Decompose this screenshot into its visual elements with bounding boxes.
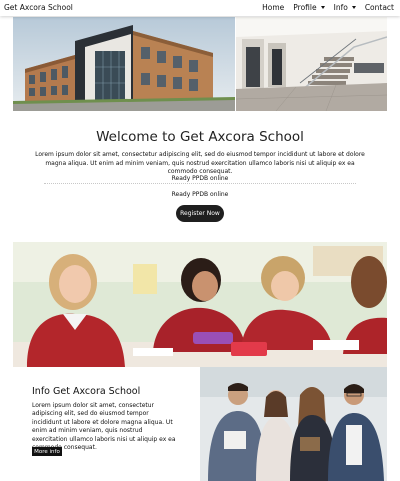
- nav-item-contact[interactable]: Contact: [365, 3, 394, 12]
- nav-item-label: Home: [262, 3, 285, 12]
- nav-item-label: Profile: [293, 3, 317, 12]
- more-info-button[interactable]: More info: [32, 447, 62, 456]
- hero-banner: [13, 17, 387, 111]
- welcome-text: Lorem ipsum dolor sit amet, consectetur …: [35, 151, 365, 176]
- school-building-image: [13, 17, 235, 111]
- nav-item-home[interactable]: Home: [262, 3, 284, 12]
- nav-item-label: Contact: [364, 3, 394, 12]
- nav-item-label: Info: [333, 3, 348, 12]
- register-button[interactable]: Register Now: [176, 205, 224, 222]
- navbar: Get Axcora School Home Profile Info Cont…: [0, 0, 400, 16]
- caret-down-icon: [351, 6, 356, 9]
- brand-link[interactable]: Get Axcora School: [4, 3, 73, 12]
- nav-menu: Home Profile Info Contact: [262, 3, 394, 12]
- nav-item-info[interactable]: Info: [334, 3, 356, 12]
- ready-ppdb-text: Ready PPDB online: [171, 175, 229, 182]
- students-group-image: [200, 367, 387, 481]
- info-title: Info Get Axcora School: [32, 386, 141, 397]
- divider: [44, 183, 356, 184]
- info-text: Lorem ipsum dolor sit amet, consectetur …: [32, 402, 176, 452]
- school-interior-image: [236, 17, 387, 111]
- nav-item-profile[interactable]: Profile: [293, 3, 325, 12]
- caret-down-icon: [320, 6, 325, 9]
- welcome-title: Welcome to Get Axcora School: [96, 129, 304, 145]
- ready-ppdb-text: Ready PPDB online: [171, 191, 229, 198]
- students-studying-image: [13, 242, 387, 367]
